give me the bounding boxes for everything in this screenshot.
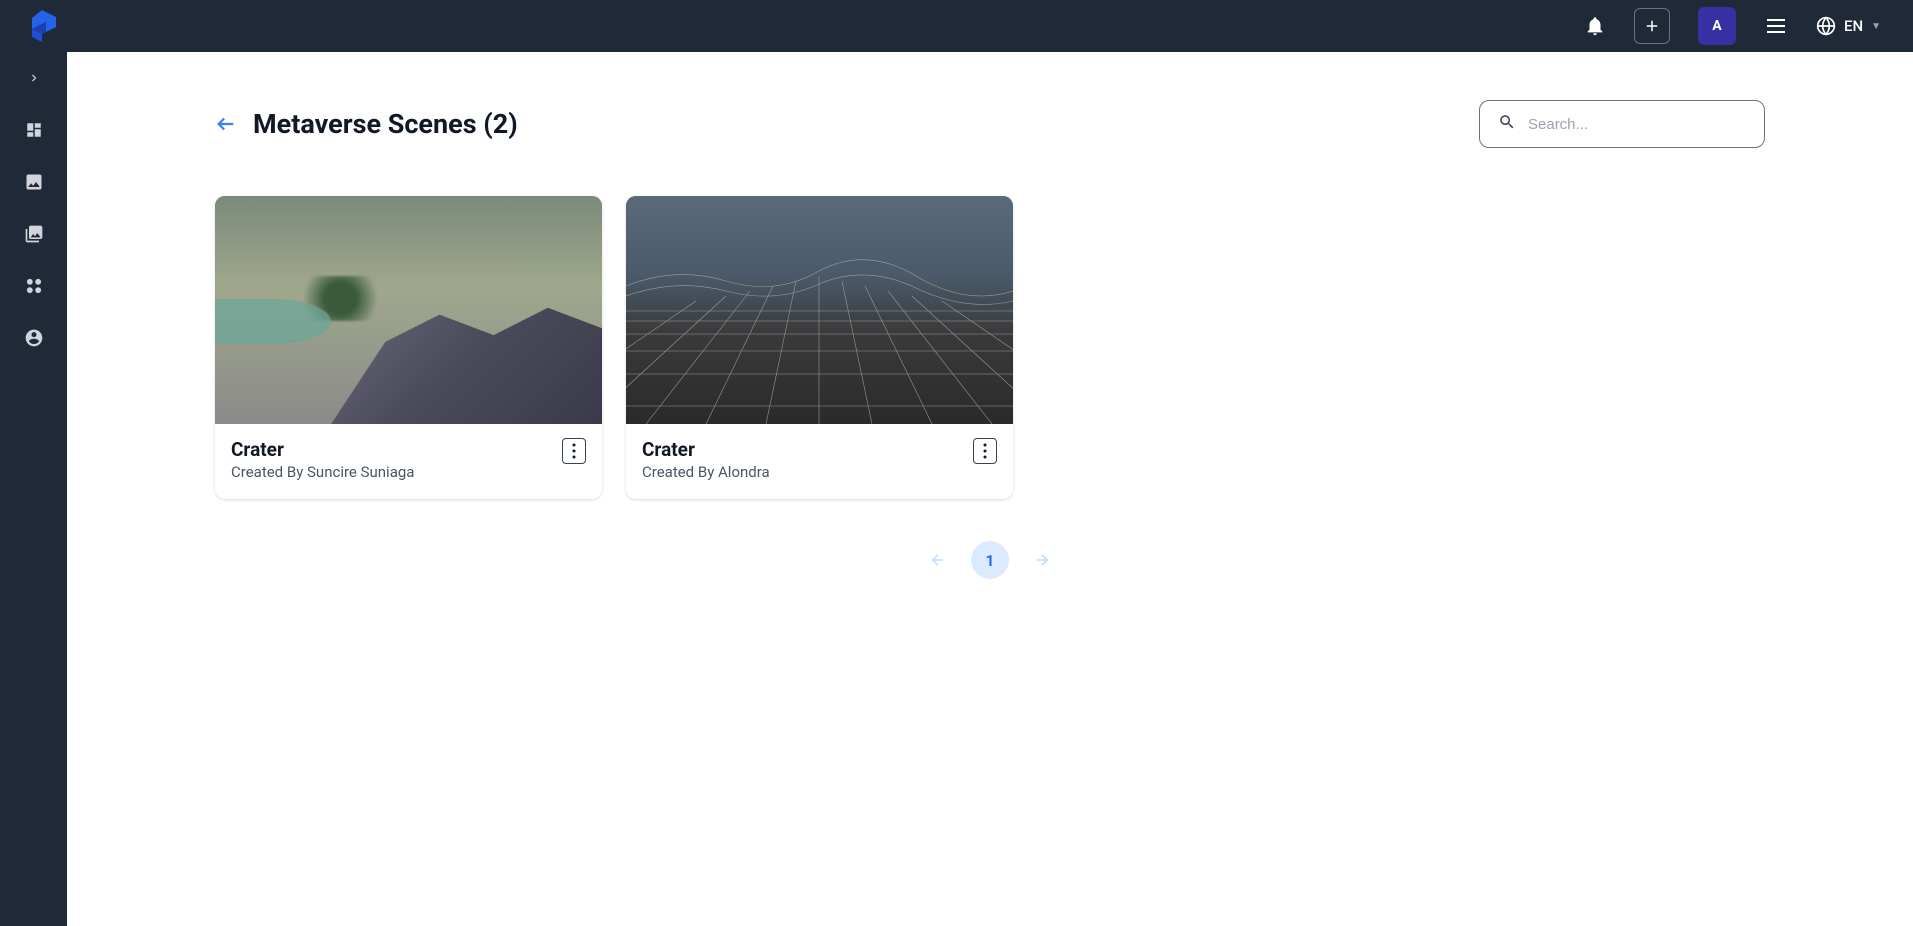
add-button[interactable]: [1634, 8, 1670, 44]
language-selector[interactable]: EN ▼: [1816, 16, 1881, 36]
avatar[interactable]: A: [1698, 7, 1736, 45]
header: A EN ▼: [0, 0, 1913, 52]
title-group: Metaverse Scenes (2): [215, 108, 518, 140]
menu-icon[interactable]: [1764, 14, 1788, 38]
header-actions: A EN ▼: [1584, 7, 1881, 45]
logo[interactable]: [24, 6, 60, 46]
pagination-prev[interactable]: [929, 551, 947, 569]
language-label: EN: [1844, 17, 1863, 35]
scene-card-body: Crater Created By Suncire Suniaga: [215, 424, 602, 499]
back-button[interactable]: [215, 113, 237, 135]
scene-card[interactable]: Crater Created By Alondra: [626, 196, 1013, 499]
page-header: Metaverse Scenes (2): [215, 100, 1765, 148]
sidebar-collections[interactable]: [22, 222, 46, 246]
image-icon: [24, 172, 44, 192]
scene-menu-button[interactable]: [562, 438, 586, 464]
sidebar-dashboard[interactable]: [22, 118, 46, 142]
scene-title: Crater: [231, 438, 562, 461]
apps-icon: [24, 276, 44, 296]
scene-card-body: Crater Created By Alondra: [626, 424, 1013, 499]
more-vertical-icon: [983, 443, 987, 459]
sidebar-expand[interactable]: [22, 66, 46, 90]
scene-card[interactable]: Crater Created By Suncire Suniaga: [215, 196, 602, 499]
arrow-left-icon: [929, 551, 947, 569]
chevron-right-icon: [27, 71, 41, 85]
pagination: 1: [215, 541, 1765, 579]
arrow-left-icon: [215, 113, 237, 135]
pagination-next[interactable]: [1033, 551, 1051, 569]
scene-grid: Crater Created By Suncire Suniaga: [215, 196, 1765, 499]
sidebar-apps[interactable]: [22, 274, 46, 298]
sidebar-images[interactable]: [22, 170, 46, 194]
more-vertical-icon: [572, 443, 576, 459]
collections-icon: [24, 224, 44, 244]
sidebar-account[interactable]: [22, 326, 46, 350]
sidebar: [0, 52, 67, 926]
chevron-down-icon: ▼: [1871, 21, 1881, 32]
search-icon: [1498, 113, 1516, 135]
scene-thumbnail: [626, 196, 1013, 424]
page-title: Metaverse Scenes (2): [253, 108, 518, 140]
pagination-page[interactable]: 1: [971, 541, 1009, 579]
scene-menu-button[interactable]: [973, 438, 997, 464]
main-content: Metaverse Scenes (2) Crater Created By S…: [67, 52, 1913, 627]
notifications-icon[interactable]: [1584, 15, 1606, 37]
globe-icon: [1816, 16, 1836, 36]
scene-subtitle: Created By Suncire Suniaga: [231, 463, 562, 481]
search-input[interactable]: [1528, 116, 1746, 133]
arrow-right-icon: [1033, 551, 1051, 569]
search-box[interactable]: [1479, 100, 1765, 148]
scene-subtitle: Created By Alondra: [642, 463, 973, 481]
scene-thumbnail: [215, 196, 602, 424]
dashboard-icon: [25, 121, 43, 139]
account-icon: [24, 328, 44, 348]
scene-title: Crater: [642, 438, 973, 461]
